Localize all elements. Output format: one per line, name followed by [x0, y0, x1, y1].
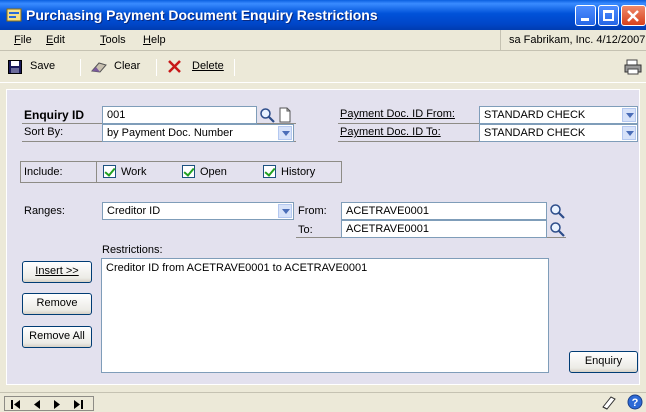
payment-doc-from-label[interactable]: Payment Doc. ID From: [340, 108, 455, 120]
include-divider [96, 161, 97, 183]
chevron-down-icon [622, 126, 636, 140]
previous-record-icon[interactable] [33, 400, 41, 409]
restrictions-list[interactable]: Creditor ID from ACETRAVE0001 to ACETRAV… [101, 258, 549, 373]
chevron-down-icon [278, 126, 292, 140]
minimize-icon [581, 18, 589, 21]
remove-button[interactable]: Remove [22, 293, 92, 315]
window-title: Purchasing Payment Document Enquiry Rest… [26, 7, 378, 23]
user-company-date: sa Fabrikam, Inc. 4/12/2007 [500, 30, 646, 50]
first-record-icon[interactable] [11, 400, 21, 409]
lookup-icon[interactable] [549, 203, 565, 219]
enquiry-button[interactable]: Enquiry [569, 351, 638, 373]
toolbar-separator [156, 59, 157, 76]
menu-tools[interactable]: Tools [100, 34, 126, 46]
enquiry-id-label: Enquiry ID [24, 108, 85, 122]
toolbar: Save Clear Delete [0, 51, 646, 83]
delete-button[interactable]: Delete [166, 59, 230, 77]
minimize-button[interactable] [575, 5, 596, 26]
new-document-icon[interactable] [277, 107, 293, 123]
insert-button[interactable]: Insert >> [22, 261, 92, 283]
close-button[interactable] [621, 5, 646, 26]
save-button[interactable]: Save [6, 59, 74, 77]
history-checkbox[interactable] [263, 165, 276, 178]
payment-doc-to-label[interactable]: Payment Doc. ID To: [340, 126, 441, 138]
lookup-icon[interactable] [259, 107, 275, 123]
from-label: From: [298, 205, 327, 217]
work-checkbox[interactable] [103, 165, 116, 178]
enquiry-id-input[interactable]: 001 [102, 106, 257, 124]
last-record-icon[interactable] [73, 400, 83, 409]
restrictions-label: Restrictions: [102, 244, 163, 256]
eraser-icon [91, 62, 107, 73]
maximize-icon [603, 10, 614, 21]
close-icon [627, 10, 639, 22]
list-item[interactable]: Creditor ID from ACETRAVE0001 to ACETRAV… [106, 262, 544, 274]
sort-by-label: Sort By: [24, 126, 64, 138]
ranges-dropdown[interactable]: Creditor ID [102, 202, 294, 220]
lookup-icon[interactable] [549, 221, 565, 237]
open-checkbox[interactable] [182, 165, 195, 178]
chevron-down-icon [622, 108, 636, 122]
sort-by-value: by Payment Doc. Number [107, 127, 233, 139]
range-to-input[interactable]: ACETRAVE0001 [341, 220, 547, 238]
help-icon[interactable]: ? [627, 394, 643, 410]
sort-by-dropdown[interactable]: by Payment Doc. Number [102, 124, 294, 142]
title-bar: Purchasing Payment Document Enquiry Rest… [0, 0, 646, 30]
payment-doc-to-dropdown[interactable]: STANDARD CHECK [479, 124, 638, 142]
include-label: Include: [24, 166, 63, 178]
next-record-icon[interactable] [53, 400, 61, 409]
range-from-input[interactable]: ACETRAVE0001 [341, 202, 547, 220]
ranges-label: Ranges: [24, 205, 65, 217]
chevron-down-icon [278, 204, 292, 218]
payment-doc-from-dropdown[interactable]: STANDARD CHECK [479, 106, 638, 124]
work-checkbox-label: Work [121, 166, 147, 178]
svg-text:?: ? [632, 397, 639, 409]
to-label: To: [298, 224, 313, 236]
status-bar: ? [0, 392, 646, 412]
payment-doc-to-value: STANDARD CHECK [484, 127, 586, 139]
note-icon[interactable] [601, 394, 617, 410]
history-checkbox-label: History [281, 166, 316, 178]
menu-edit[interactable]: Edit [46, 34, 65, 46]
delete-x-icon [168, 60, 181, 73]
open-checkbox-label: Open [200, 166, 227, 178]
remove-all-button[interactable]: Remove All [22, 326, 92, 348]
app-icon [6, 8, 22, 22]
menu-help[interactable]: Help [143, 34, 166, 46]
clear-button[interactable]: Clear [90, 59, 152, 77]
save-icon [8, 60, 22, 74]
ranges-value: Creditor ID [107, 205, 161, 217]
printer-icon[interactable] [624, 59, 642, 75]
payment-doc-from-value: STANDARD CHECK [484, 109, 586, 121]
toolbar-separator [234, 59, 235, 76]
record-navigation [4, 396, 94, 411]
maximize-button[interactable] [598, 5, 619, 26]
toolbar-separator [80, 59, 81, 76]
menu-file[interactable]: File [14, 34, 32, 46]
